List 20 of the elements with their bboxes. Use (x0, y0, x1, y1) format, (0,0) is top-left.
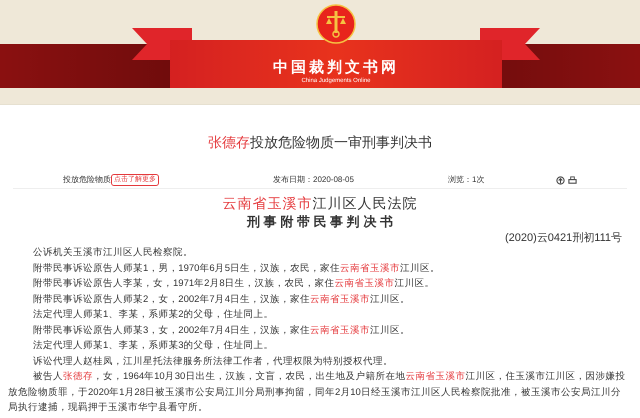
judgment-paragraph: 附带民事诉讼原告人李某，女，1971年2月8日生，汉族，农民，家住云南省玉溪市江川区。 (32, 277, 436, 291)
judgment-paragraph: 法定代理人师某1、李某，系师某2的父母，住址同上。 (32, 308, 275, 322)
download-icon[interactable] (556, 176, 565, 184)
court-name: 云南省玉溪市江川区人民法院 (222, 194, 418, 213)
site-title: 中国裁判文书网 (273, 59, 399, 77)
judgment-paragraph: 附带民事诉讼原告人师某2，女，2002年7月4日生，汉族，家住云南省玉溪市江川区。 (32, 292, 411, 306)
document-type: 刑 事 附 带 民 事 判 决 书 (247, 213, 393, 231)
judgment-paragraph: 附带民事诉讼原告人师某3，女，2002年7月4日生，汉族，家住云南省玉溪市江川区。 (32, 324, 411, 338)
judgment-paragraph: 公诉机关玉溪市江川区人民检察院。 (32, 246, 194, 260)
judgment-paragraph: 法定代理人师某1、李某，系师某3的父母，住址同上。 (32, 339, 275, 353)
case-number: (2020)云0421刑初111号 (505, 231, 622, 245)
print-icon[interactable] (568, 176, 577, 184)
publish-date: 发布日期：2020-08-05 (273, 174, 355, 186)
judgment-paragraph: 附带民事诉讼原告人师某1，男，1970年6月5日生，汉族，农民，家住云南省玉溪市江川区。 (32, 262, 441, 276)
judgment-paragraph: 诉讼代理人赵桂凤，江川星托法律服务所法律工作者，代理权限为特别授权代理。 (32, 354, 394, 368)
document-title: 张德存投放危险物质一审刑事判决书 (208, 133, 432, 152)
emblem-icon (316, 4, 356, 44)
view-count: 浏览：1次 (448, 174, 486, 186)
category-tag: 投放危险物质 (63, 174, 111, 186)
judgment-paragraph: 被告人张德存，女，1964年10月30日出生，汉族，文盲，农民，出生地及户籍所在地云南省玉溪市江川区，住玉溪市江川区，因涉嫌投放危险物质罪，于2020年1月28日被玉溪市公安局江川分局刑事拘留，同年2月10日经玉溪市江川区人民检察院批准，被玉溪市公安局江川分局执行逮捕，现羁押于玉溪市华宁县看守所。 (8, 370, 626, 415)
